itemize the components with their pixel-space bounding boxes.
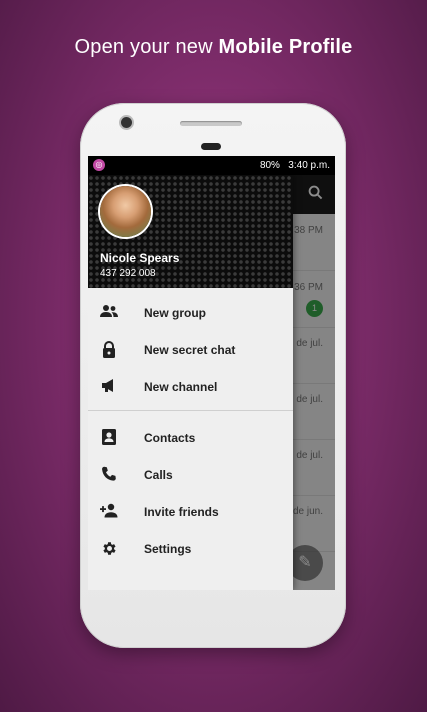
camera [121, 117, 132, 128]
contacts-icon [99, 429, 119, 447]
menu-item-invite-friends[interactable]: Invite friends [88, 494, 293, 530]
sensor [201, 143, 221, 150]
gear-icon [99, 540, 119, 558]
drawer-header: Nicole Spears 437 292 008 [88, 175, 293, 288]
battery-level: 80% [259, 160, 280, 171]
clock: 3:40 p.m. [288, 160, 330, 171]
menu-label: Settings [144, 542, 192, 556]
add-person-icon [99, 503, 119, 521]
menu-label: Invite friends [144, 505, 219, 519]
menu-item-new-channel[interactable]: New channel [88, 369, 293, 405]
app-logo-icon: ◎ [93, 159, 105, 171]
menu-item-calls[interactable]: Calls [88, 457, 293, 493]
phone-screen: ◎ 80% 3:40 p.m. 38 PM 36 PM 1 de jul. de… [88, 156, 335, 590]
group-icon [99, 304, 119, 322]
menu-item-contacts[interactable]: Contacts [88, 420, 293, 456]
headline-bold: Mobile Profile [218, 36, 353, 58]
avatar[interactable] [100, 186, 151, 237]
headline: Open your new Mobile Profile [0, 36, 427, 59]
menu-label: Contacts [144, 431, 196, 445]
speaker [180, 121, 242, 126]
menu-item-settings[interactable]: Settings [88, 531, 293, 567]
menu-label: New channel [144, 380, 218, 394]
lock-icon [99, 341, 119, 359]
status-bar: ◎ 80% 3:40 p.m. [88, 156, 335, 175]
menu-label: Calls [144, 468, 173, 482]
profile-phone: 437 292 008 [100, 268, 156, 279]
status-right: 80% 3:40 p.m. [260, 160, 330, 171]
menu-item-new-secret-chat[interactable]: New secret chat [88, 332, 293, 368]
megaphone-icon [99, 378, 119, 396]
menu-label: New secret chat [144, 343, 236, 357]
divider [88, 410, 293, 411]
menu-label: New group [144, 306, 206, 320]
phone-frame: ◎ 80% 3:40 p.m. 38 PM 36 PM 1 de jul. de… [80, 103, 346, 648]
navigation-drawer: Nicole Spears 437 292 008 New group New … [88, 175, 293, 590]
headline-prefix: Open your new [74, 36, 213, 58]
menu-item-new-group[interactable]: New group [88, 295, 293, 331]
phone-icon [99, 466, 119, 484]
profile-name: Nicole Spears [100, 251, 180, 265]
